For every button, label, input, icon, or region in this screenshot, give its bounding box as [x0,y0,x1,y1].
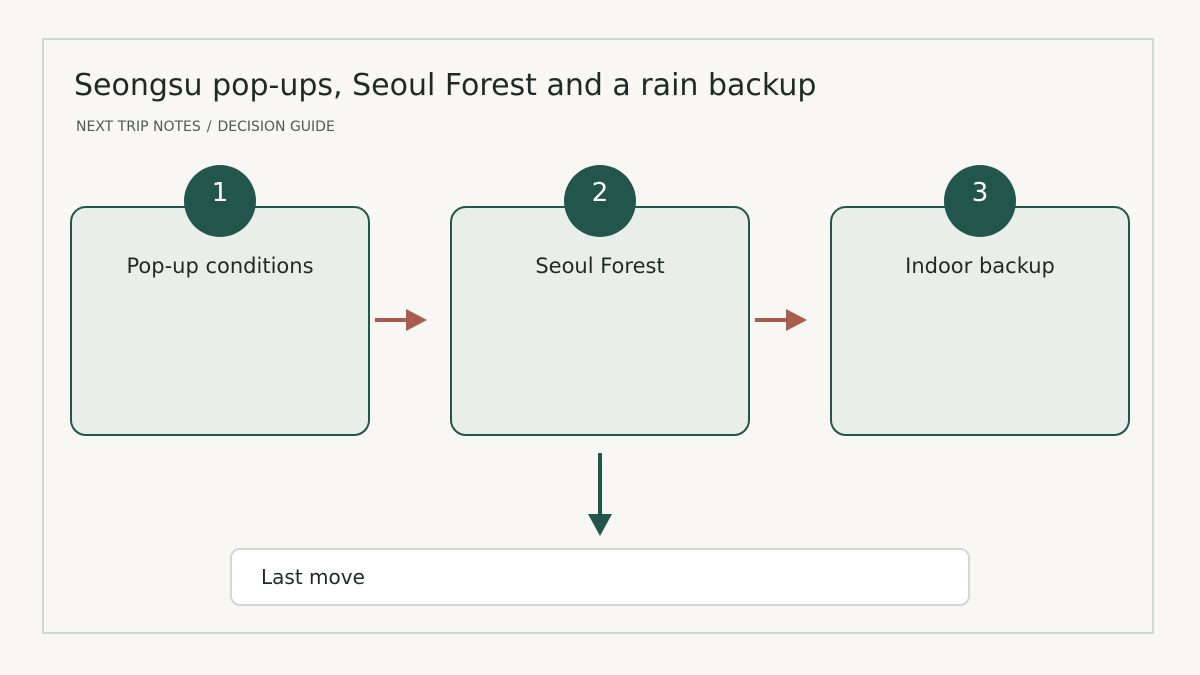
step-box-seoul-forest: Seoul Forest [450,206,750,436]
arrow-2-to-3 [755,309,807,331]
arrow-1-to-2 [375,309,427,331]
step-number-badge: 1 [184,165,256,237]
step-box-pop-up-conditions: Pop-up conditions [70,206,370,436]
last-move-label: Last move [261,565,365,589]
last-move-box: Last move [230,548,970,606]
step-box-indoor-backup: Indoor backup [830,206,1130,436]
step-number-badge: 2 [564,165,636,237]
step-label: Pop-up conditions [126,254,314,278]
arrow-2-to-last [588,453,612,536]
step-label: Seoul Forest [535,254,665,278]
step-number-badge: 3 [944,165,1016,237]
step-label: Indoor backup [905,254,1055,278]
